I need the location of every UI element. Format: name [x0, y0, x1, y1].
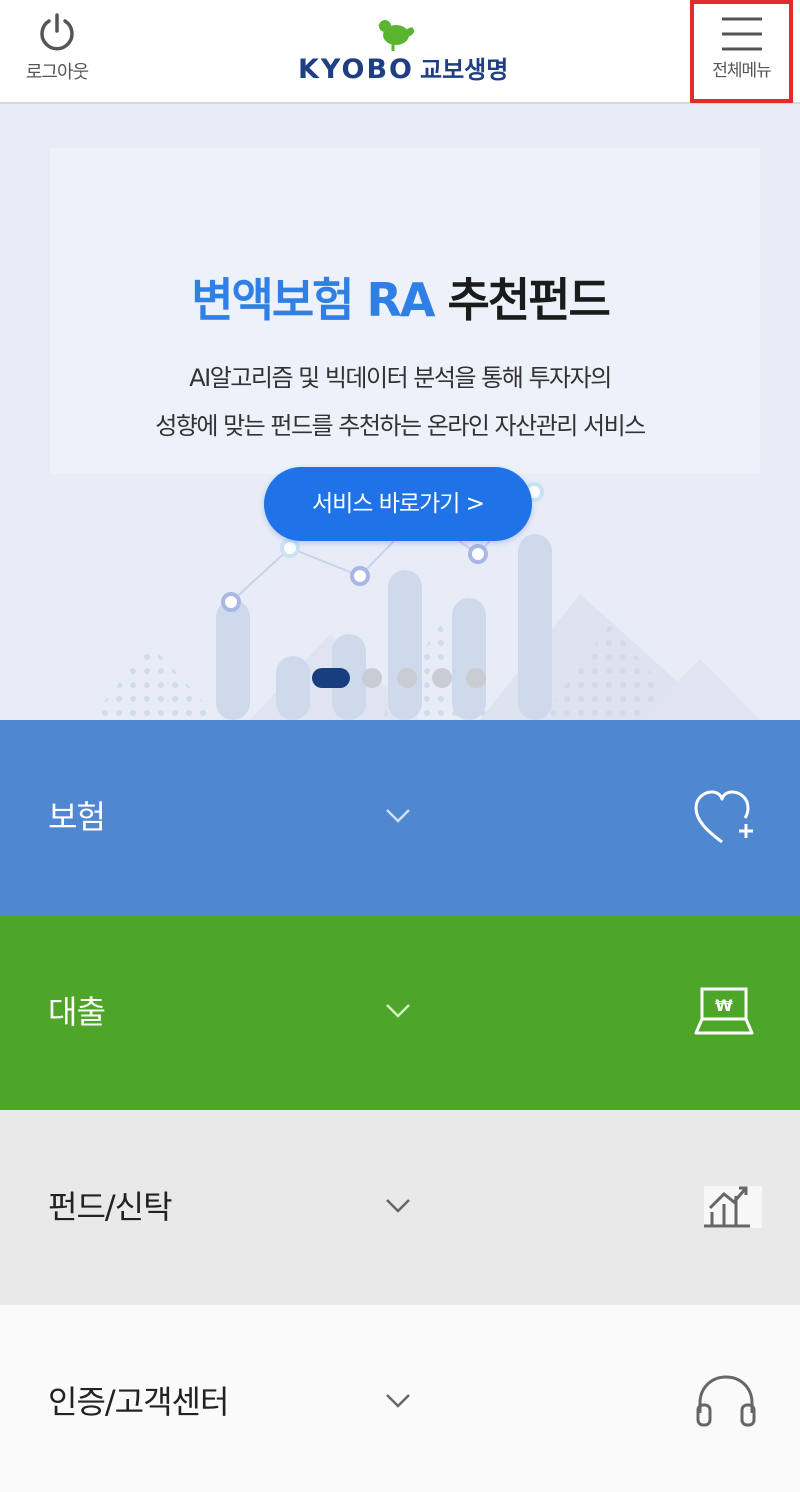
logo-text: KYOBO	[298, 54, 414, 85]
chevron-down-icon	[386, 1004, 410, 1018]
banner-title: 변액보험 RA 추천펀드	[0, 264, 800, 330]
heart-plus-icon	[694, 790, 753, 844]
logo-bird-icon	[378, 20, 414, 51]
menu-row-certification-customer-center[interactable]: 인증/고객센터	[0, 1305, 800, 1492]
full-menu-button[interactable]: 전체메뉴	[690, 0, 793, 103]
banner-desc-line2: 성향에 맞는 펀드를 추천하는 온라인 자산관리 서비스	[155, 412, 646, 440]
kyobo-logo[interactable]: KYOBO 교보생명	[298, 18, 508, 85]
banner-title-dark: 추천펀드	[447, 273, 611, 327]
menu-row-loan[interactable]: 대출 ₩	[0, 915, 800, 1110]
logo-korean: 교보생명	[420, 56, 509, 84]
hamburger-icon	[721, 17, 762, 51]
banner-title-blue: 변액보험 RA	[191, 273, 435, 327]
banner-desc-line1: AI알고리즘 및 빅데이터 분석을 통해 투자자의	[189, 364, 612, 392]
menu-label-certification-customer-center: 인증/고객센터	[48, 1383, 229, 1421]
power-icon	[40, 13, 74, 51]
logout-label: 로그아웃	[25, 62, 89, 83]
carousel-dot-3[interactable]	[397, 668, 417, 688]
full-menu-label: 전체메뉴	[712, 61, 772, 81]
carousel-dot-5[interactable]	[466, 668, 486, 688]
menu-row-fund-trust[interactable]: 펀드/신탁	[0, 1110, 800, 1305]
carousel-dot-4[interactable]	[432, 668, 452, 688]
top-header: 로그아웃 KYOBO 교보생명 전체메뉴	[0, 0, 800, 104]
carousel-dot-1[interactable]	[312, 668, 350, 688]
menu-label-insurance: 보험	[48, 798, 106, 836]
carousel-indicators	[312, 668, 492, 688]
carousel-dot-2[interactable]	[362, 668, 382, 688]
svg-text:₩: ₩	[715, 996, 733, 1015]
headset-icon	[696, 1375, 756, 1427]
chevron-down-icon	[386, 809, 410, 823]
promo-banner[interactable]: 변액보험 RA 추천펀드 AI알고리즘 및 빅데이터 분석을 통해 투자자의 성…	[0, 104, 800, 720]
banner-description: AI알고리즘 및 빅데이터 분석을 통해 투자자의 성향에 맞는 펀드를 추천하…	[0, 354, 800, 450]
service-shortcut-button[interactable]: 서비스 바로가기 >	[264, 467, 532, 541]
chart-up-icon	[704, 1186, 762, 1228]
menu-label-fund-trust: 펀드/신탁	[48, 1188, 173, 1226]
logout-button[interactable]: 로그아웃	[14, 12, 100, 92]
logo-wordmark: KYOBO 교보생명	[298, 50, 508, 85]
menu-label-loan: 대출	[48, 993, 106, 1031]
chevron-down-icon	[386, 1394, 410, 1408]
laptop-won-icon: ₩	[694, 987, 754, 1035]
chevron-down-icon	[386, 1199, 410, 1213]
menu-row-insurance[interactable]: 보험	[0, 720, 800, 915]
